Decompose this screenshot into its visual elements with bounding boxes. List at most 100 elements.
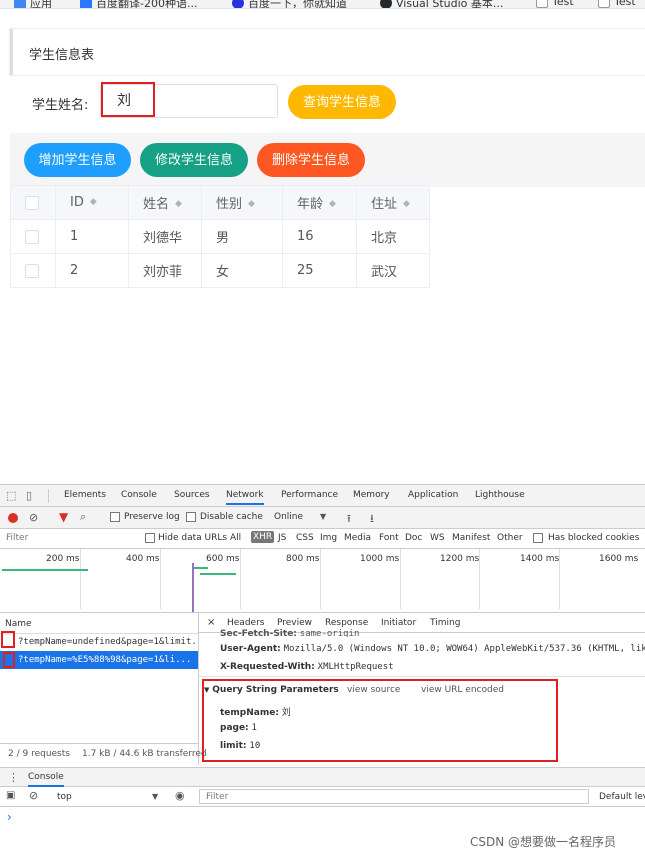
- import-icon[interactable]: ⭱: [347, 510, 351, 529]
- filter-type-js[interactable]: JS: [278, 533, 286, 543]
- sort-icon[interactable]: ◆: [175, 200, 182, 209]
- delete-student-button[interactable]: 删除学生信息: [257, 143, 365, 177]
- filter-type-doc[interactable]: Doc: [405, 533, 422, 543]
- console-prompt[interactable]: ›: [7, 810, 12, 824]
- cell-gender: 女: [201, 253, 283, 288]
- export-icon[interactable]: ⭳: [370, 510, 374, 529]
- divider: [48, 489, 49, 503]
- bookmark-test-1[interactable]: Test: [536, 0, 574, 8]
- edit-student-button[interactable]: 修改学生信息: [140, 143, 248, 177]
- filter-row: Filter Hide data URLs All XHR JS CSS Img…: [0, 529, 645, 549]
- bookmark-label: 应用: [30, 0, 52, 9]
- baidu-translate-icon: [80, 0, 92, 8]
- header-row: Sec-Fetch-Site: same-origin: [220, 629, 360, 637]
- header-row: X-Requested-With: XMLHttpRequest: [220, 662, 394, 672]
- close-icon[interactable]: ×: [207, 617, 215, 628]
- tab-elements[interactable]: Elements: [64, 490, 106, 500]
- console-toolbar: ▣ ⊘ top ▼ ◉ Filter Default levels: [0, 787, 645, 807]
- more-icon[interactable]: ⋮: [8, 771, 19, 784]
- column-gender[interactable]: 性别 ◆: [201, 185, 283, 220]
- select-all-cell[interactable]: [10, 185, 56, 220]
- cell-address: 北京: [356, 219, 430, 254]
- sort-icon[interactable]: ◆: [329, 200, 336, 209]
- detail-tab-preview[interactable]: Preview: [277, 618, 312, 628]
- console-filter-input[interactable]: Filter: [206, 792, 228, 802]
- request-row[interactable]: ?tempName=undefined&page=1&limit...: [0, 633, 198, 651]
- column-address[interactable]: 住址 ◆: [356, 185, 430, 220]
- bookmark-apps[interactable]: 应用: [14, 0, 52, 9]
- column-id[interactable]: ID ◆: [55, 185, 129, 220]
- page-icon: [598, 0, 610, 8]
- row-checkbox[interactable]: [25, 229, 39, 244]
- tab-network[interactable]: Network: [226, 490, 264, 505]
- detail-tab-timing[interactable]: Timing: [430, 618, 460, 628]
- filter-input[interactable]: Filter: [6, 533, 28, 543]
- filter-type-all[interactable]: All: [230, 533, 241, 543]
- bookmark-baidu[interactable]: 百度一下，你就知道: [232, 0, 347, 8]
- context-select[interactable]: top: [57, 792, 72, 802]
- search-icon[interactable]: ⌕: [80, 510, 86, 524]
- filter-type-img[interactable]: Img: [320, 533, 337, 543]
- column-name[interactable]: 姓名 ◆: [128, 185, 202, 220]
- filter-type-other[interactable]: Other: [497, 533, 523, 543]
- chevron-down-icon[interactable]: ▼: [320, 512, 326, 521]
- watermark: CSDN @想要做一名程序员: [470, 835, 617, 849]
- detail-tab-initiator[interactable]: Initiator: [381, 618, 416, 628]
- eye-icon[interactable]: ◉: [175, 789, 185, 802]
- network-toolbar: ⊘ ▼ ⌕ Preserve log Disable cache Online …: [0, 507, 645, 529]
- tab-lighthouse[interactable]: Lighthouse: [475, 490, 525, 500]
- sort-icon[interactable]: ◆: [403, 200, 410, 209]
- sort-icon[interactable]: ◆: [248, 200, 255, 209]
- column-age[interactable]: 年龄 ◆: [282, 185, 357, 220]
- detail-tab-headers[interactable]: Headers: [227, 618, 264, 628]
- filter-icon[interactable]: ▼: [59, 510, 68, 524]
- has-blocked-cookies-checkbox[interactable]: [533, 533, 543, 543]
- preserve-log-checkbox[interactable]: [110, 512, 120, 522]
- filter-type-media[interactable]: Media: [344, 533, 371, 543]
- throttle-select[interactable]: Online: [274, 512, 303, 522]
- bookmark-baidu-translate[interactable]: 百度翻译-200种语...: [80, 0, 198, 9]
- preserve-log-label: Preserve log: [124, 512, 180, 522]
- query-button[interactable]: 查询学生信息: [288, 85, 396, 119]
- filter-type-font[interactable]: Font: [379, 533, 399, 543]
- chevron-down-icon[interactable]: ▼: [152, 792, 158, 801]
- network-overview[interactable]: 200 ms 400 ms 600 ms 800 ms 1000 ms 1200…: [0, 549, 645, 613]
- filter-type-css[interactable]: CSS: [296, 533, 314, 543]
- row-select-cell[interactable]: [10, 253, 56, 288]
- row-checkbox[interactable]: [25, 263, 39, 278]
- cell-name: 刘德华: [128, 219, 202, 254]
- filter-type-manifest[interactable]: Manifest: [452, 533, 490, 543]
- detail-tab-response[interactable]: Response: [325, 618, 368, 628]
- table-row[interactable]: 2 刘亦菲 女 25 武汉: [10, 253, 430, 288]
- timeline-tick: 200 ms: [46, 554, 80, 564]
- request-row-selected[interactable]: ?tempName=%E5%88%98&page=1&li...: [0, 651, 198, 669]
- request-list: Name ?tempName=undefined&page=1&limit...…: [0, 613, 207, 765]
- sidebar-toggle-icon[interactable]: ▣: [6, 790, 15, 801]
- table-row[interactable]: 1 刘德华 男 16 北京: [10, 219, 430, 254]
- disable-cache-checkbox[interactable]: [186, 512, 196, 522]
- bookmark-test-2[interactable]: Test: [598, 0, 636, 8]
- inspect-element-icon[interactable]: ⬚: [6, 489, 16, 502]
- bookmark-label: Visual Studio 基本...: [396, 0, 504, 9]
- sort-icon[interactable]: ◆: [90, 198, 97, 207]
- name-column-header[interactable]: Name: [5, 619, 32, 629]
- device-toolbar-icon[interactable]: ▯: [26, 489, 32, 502]
- row-select-cell[interactable]: [10, 219, 56, 254]
- bookmark-visual-studio[interactable]: Visual Studio 基本...: [380, 0, 504, 9]
- clear-console-icon[interactable]: ⊘: [29, 789, 38, 802]
- hide-data-urls-checkbox[interactable]: [145, 533, 155, 543]
- record-icon[interactable]: [8, 513, 18, 523]
- tab-application[interactable]: Application: [408, 490, 458, 500]
- add-student-button[interactable]: 增加学生信息: [24, 143, 131, 177]
- tab-memory[interactable]: Memory: [353, 490, 390, 500]
- tab-console[interactable]: Console: [121, 490, 157, 500]
- filter-type-xhr[interactable]: XHR: [251, 531, 275, 543]
- bookmark-label: 百度翻译-200种语...: [96, 0, 198, 9]
- log-levels-select[interactable]: Default levels: [599, 792, 645, 802]
- drawer-tab-console[interactable]: Console: [28, 772, 64, 787]
- select-all-checkbox[interactable]: [25, 195, 39, 210]
- tab-sources[interactable]: Sources: [174, 490, 210, 500]
- tab-performance[interactable]: Performance: [281, 490, 338, 500]
- clear-icon[interactable]: ⊘: [29, 511, 38, 524]
- filter-type-ws[interactable]: WS: [430, 533, 445, 543]
